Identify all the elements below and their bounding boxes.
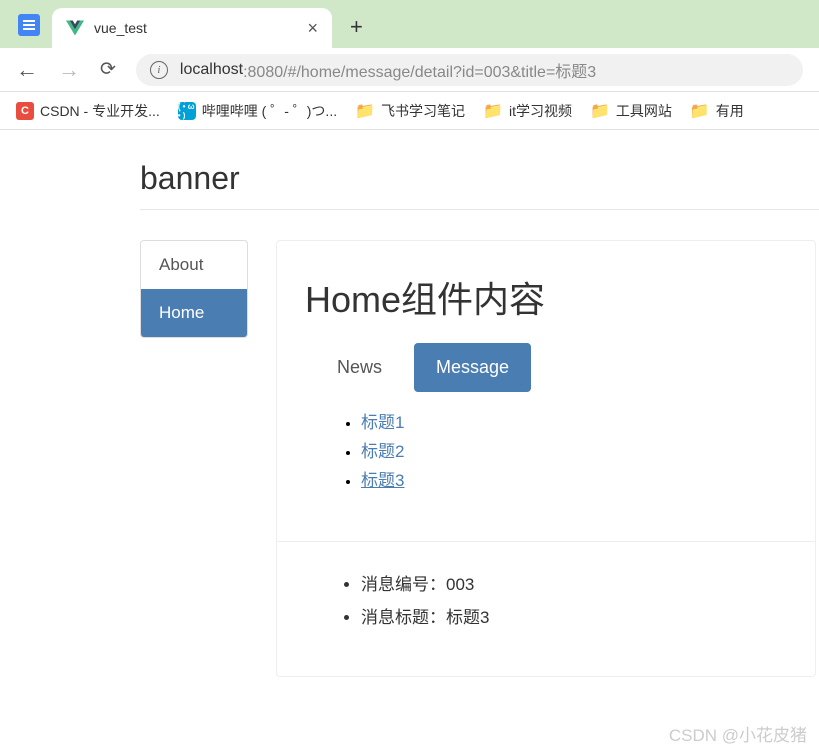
page-content: banner About Home Home组件内容 News Message … (0, 130, 819, 677)
bookmark-label: 飞书学习笔记 (381, 101, 465, 121)
forward-button[interactable]: → (58, 57, 80, 83)
content-panel: Home组件内容 News Message 标题1 标题2 标题3 消息编号：0… (276, 240, 816, 677)
url-path: :8080/#/home/message/detail?id=003&title… (243, 58, 596, 82)
content-heading: Home组件内容 (305, 271, 787, 323)
bookmark-it[interactable]: 📁 it学习视频 (483, 101, 572, 121)
bookmark-tools[interactable]: 📁 工具网站 (590, 101, 672, 121)
list-item: 标题2 (361, 437, 787, 462)
browser-nav-bar: ← → ⟳ i localhost:8080/#/home/message/de… (0, 48, 819, 92)
new-tab-button[interactable]: + (350, 14, 363, 40)
subtab-news[interactable]: News (315, 343, 404, 392)
browser-tab[interactable]: vue_test × (52, 8, 332, 48)
bookmark-label: 有用 (716, 101, 744, 121)
subtab-message[interactable]: Message (414, 343, 531, 392)
bookmarks-bar: C CSDN - 专业开发... ( •̀ ω •́ ) 哔哩哔哩 ( ゜- ゜… (0, 92, 819, 130)
csdn-icon: C (16, 102, 34, 120)
url-host: localhost (180, 61, 243, 79)
list-item: 标题3 (361, 466, 787, 491)
detail-list: 消息编号：003 消息标题：标题3 (305, 570, 787, 628)
address-bar[interactable]: i localhost:8080/#/home/message/detail?i… (136, 54, 803, 86)
list-item: 标题1 (361, 408, 787, 433)
browser-tab-strip: vue_test × + (0, 0, 819, 48)
back-button[interactable]: ← (16, 57, 38, 83)
info-icon[interactable]: i (150, 61, 168, 79)
bookmark-bilibili[interactable]: ( •̀ ω •́ ) 哔哩哔哩 ( ゜- ゜)つ... (178, 101, 337, 121)
tab-title: vue_test (94, 20, 297, 36)
vue-icon (66, 20, 84, 36)
folder-icon: 📁 (690, 101, 710, 121)
bookmark-feishu[interactable]: 📁 飞书学习笔记 (355, 101, 465, 121)
subtab-row: News Message (315, 343, 787, 392)
message-link-2[interactable]: 标题2 (361, 442, 404, 461)
folder-icon: 📁 (590, 101, 610, 121)
bilibili-icon: ( •̀ ω •́ ) (178, 102, 196, 120)
divider (140, 209, 819, 210)
detail-id: 消息编号：003 (361, 570, 787, 595)
watermark: CSDN @小花皮猪 (669, 721, 807, 746)
tab-close-icon[interactable]: × (307, 18, 318, 39)
bookmark-label: 工具网站 (616, 101, 672, 121)
detail-title: 消息标题：标题3 (361, 603, 787, 628)
reload-button[interactable]: ⟳ (100, 58, 116, 81)
docs-icon[interactable] (18, 14, 40, 36)
message-link-3[interactable]: 标题3 (361, 471, 404, 490)
bookmark-label: 哔哩哔哩 ( ゜- ゜)つ... (202, 101, 337, 121)
message-list: 标题1 标题2 标题3 (305, 408, 787, 491)
nav-about[interactable]: About (141, 241, 247, 289)
bookmark-label: it学习视频 (509, 101, 572, 121)
bookmark-useful[interactable]: 📁 有用 (690, 101, 744, 121)
bookmark-csdn[interactable]: C CSDN - 专业开发... (16, 101, 160, 121)
divider (277, 541, 815, 542)
side-nav: About Home (140, 240, 248, 338)
bookmark-label: CSDN - 专业开发... (40, 101, 160, 121)
nav-home[interactable]: Home (141, 289, 247, 337)
folder-icon: 📁 (483, 101, 503, 121)
banner-heading: banner (140, 160, 819, 197)
folder-icon: 📁 (355, 101, 375, 121)
message-link-1[interactable]: 标题1 (361, 413, 404, 432)
